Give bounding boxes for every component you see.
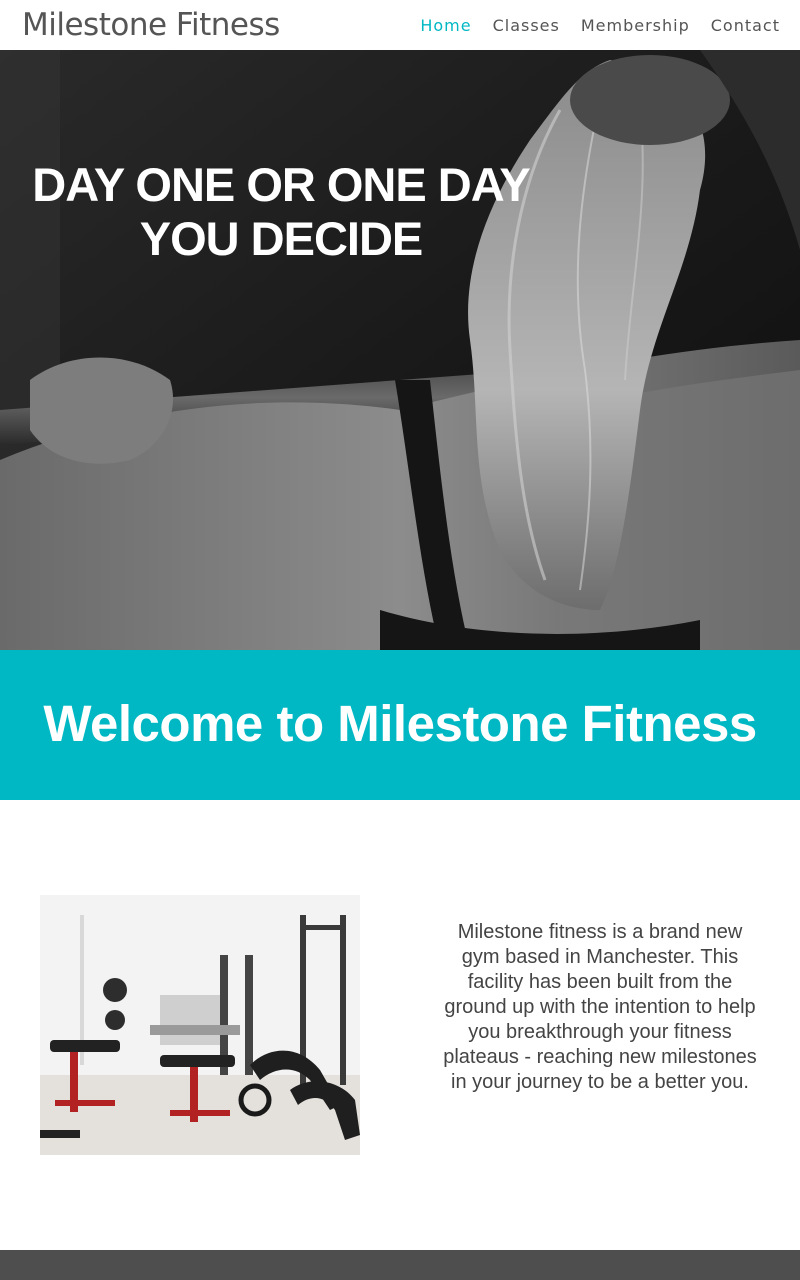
main-nav: Home Classes Membership Contact: [420, 16, 780, 35]
nav-home[interactable]: Home: [420, 16, 471, 35]
nav-contact[interactable]: Contact: [711, 16, 780, 35]
nav-classes[interactable]: Classes: [493, 16, 560, 35]
site-footer: [0, 1250, 800, 1280]
site-header: Milestone Fitness Home Classes Membershi…: [0, 0, 800, 50]
hero-headline: DAY ONE OR ONE DAY YOU DECIDE: [20, 158, 542, 266]
gym-interior-image: [40, 895, 360, 1155]
welcome-title: Welcome to Milestone Fitness: [43, 694, 757, 752]
hero-headline-line1: DAY ONE OR ONE DAY: [32, 158, 530, 211]
about-description: Milestone fitness is a brand new gym bas…: [443, 921, 757, 1093]
welcome-banner: Welcome to Milestone Fitness: [0, 650, 800, 800]
site-logo[interactable]: Milestone Fitness: [22, 9, 280, 41]
nav-membership[interactable]: Membership: [581, 16, 690, 35]
hero-weightlifter-image: [0, 50, 800, 650]
hero-headline-line2: YOU DECIDE: [139, 212, 424, 265]
hero-banner: DAY ONE OR ONE DAY YOU DECIDE: [0, 50, 800, 650]
